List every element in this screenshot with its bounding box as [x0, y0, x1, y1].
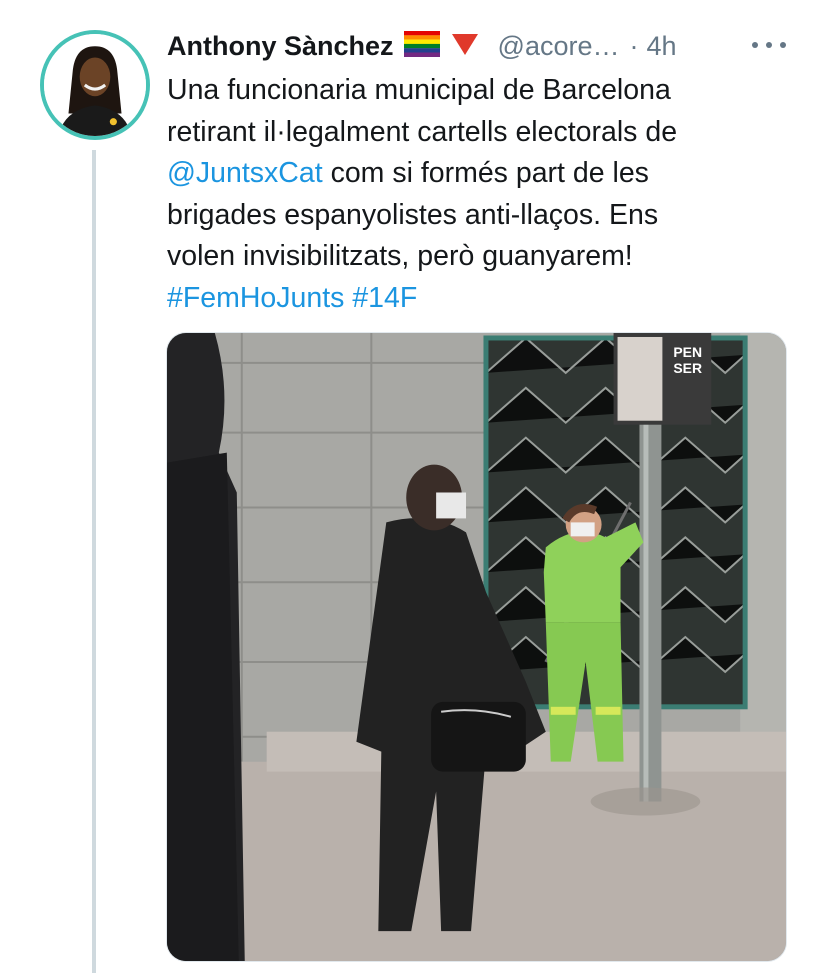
- tweet-text-line: @JuntsxCat com si formés part de les: [167, 153, 767, 195]
- tweet-text-line: Una funcionaria municipal de Barcelona: [167, 74, 671, 106]
- thread-line: [92, 150, 96, 973]
- separator-dot: ·: [629, 30, 639, 61]
- hashtag-link[interactable]: #FemHoJunts: [167, 282, 344, 314]
- avatar-image: [44, 34, 146, 136]
- tweet-text: Una funcionaria municipal de Barcelona r…: [167, 70, 767, 319]
- tweet-text-line: retirant il·legalment cartells electoral…: [167, 115, 678, 148]
- timestamp[interactable]: 4h: [646, 31, 676, 62]
- poster-text: SER: [673, 360, 702, 376]
- more-horizontal-icon[interactable]: [752, 30, 786, 60]
- tweet-text-line: volen invisibilitzats, però guanyarem!: [167, 240, 633, 272]
- tweet-text-fragment: com si formés part de les: [322, 157, 649, 189]
- hashtag-line: #FemHoJunts #14F: [167, 278, 767, 320]
- tweet-video[interactable]: PEN SER: [166, 332, 787, 962]
- tweet-header: Anthony Sànchez @acore… · 4h: [167, 26, 807, 66]
- rainbow-flag-icon: [403, 30, 440, 62]
- mention-link[interactable]: @JuntsxCat: [167, 157, 323, 189]
- author-name[interactable]: Anthony Sànchez: [167, 31, 394, 62]
- poster-text: PEN: [673, 344, 702, 360]
- tweet-text-line: brigades espanyolistes anti-llaços. Ens: [167, 198, 659, 231]
- hashtag-link[interactable]: #14F: [352, 282, 417, 314]
- red-triangle-icon: [450, 31, 480, 62]
- author-handle[interactable]: @acore…: [498, 31, 620, 62]
- avatar[interactable]: [40, 30, 150, 140]
- video-frame: PEN SER: [167, 333, 786, 961]
